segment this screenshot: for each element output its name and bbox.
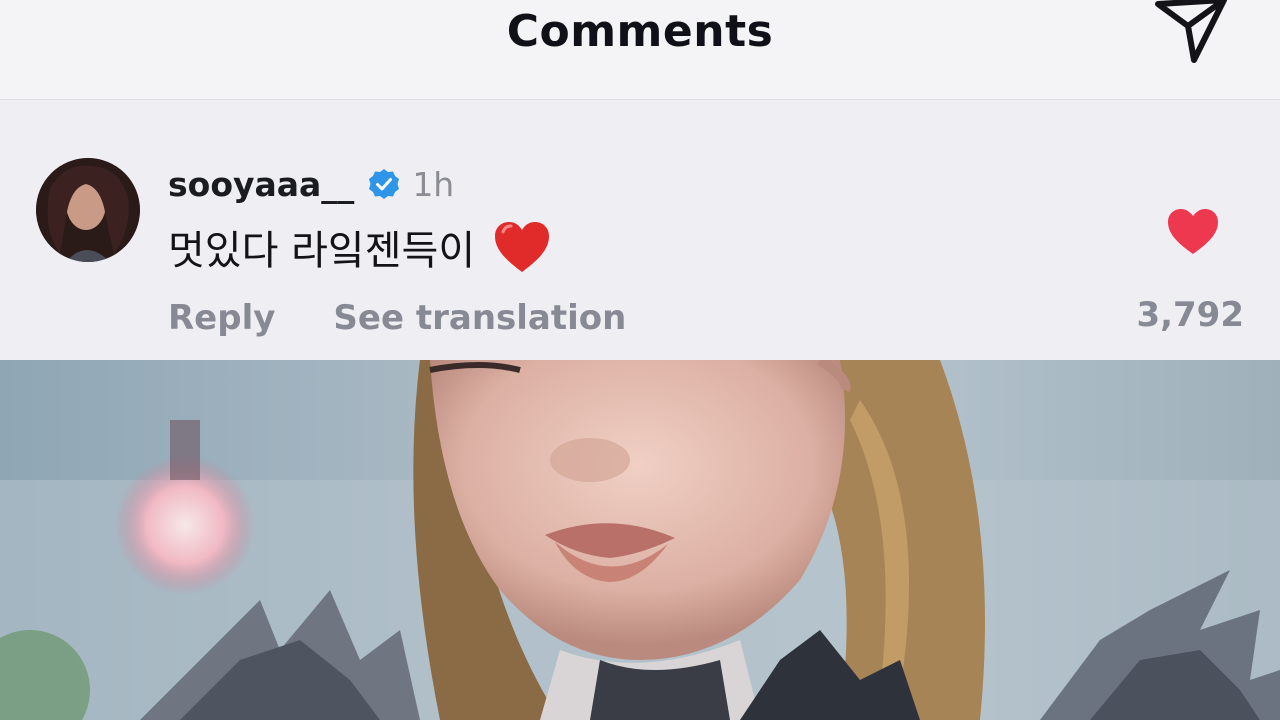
red-heart-emoji-icon <box>495 222 550 272</box>
share-icon[interactable] <box>1150 0 1230 66</box>
verified-badge-icon <box>369 169 400 199</box>
comment-actions: Reply See translation <box>168 298 626 338</box>
avatar[interactable] <box>36 158 140 262</box>
comment-body: 멋있다 라잌젠득이 <box>168 218 551 276</box>
post-photo <box>0 360 1280 720</box>
comments-screen: Comments sooyaaa__ 1h 멋있다 라잌젠득이 Reply Se… <box>0 0 1280 720</box>
comment-text: 멋있다 라잌젠득이 <box>168 228 476 274</box>
comment-time: 1h <box>412 164 455 204</box>
page-title: Comments <box>506 6 774 57</box>
see-translation-button[interactable]: See translation <box>333 298 626 338</box>
comments-header: Comments <box>0 0 1280 100</box>
comment-header: sooyaaa__ 1h <box>168 162 454 206</box>
heart-icon[interactable] <box>1166 208 1220 256</box>
comment-item: sooyaaa__ 1h 멋있다 라잌젠득이 Reply See transla… <box>0 100 1280 360</box>
like-count: 3,792 <box>1136 295 1244 335</box>
reply-button[interactable]: Reply <box>168 298 275 338</box>
username[interactable]: sooyaaa__ <box>168 165 354 204</box>
